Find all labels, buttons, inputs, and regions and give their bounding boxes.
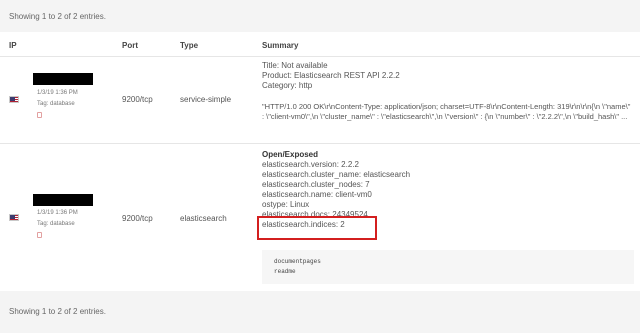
index-item: documentpages (274, 258, 321, 265)
table-header: IP Port Type Summary (0, 32, 640, 57)
results-page: Showing 1 to 2 of 2 entries. IP Port Typ… (0, 0, 640, 333)
raw-response: "HTTP/1.0 200 OK\r\nContent-Type: applic… (262, 102, 631, 121)
redacted-ip (33, 194, 93, 206)
entries-count-top: Showing 1 to 2 of 2 entries. (9, 12, 106, 21)
tag-icon[interactable] (37, 232, 42, 238)
summary-line: Product: Elasticsearch REST API 2.2.2 (262, 71, 400, 80)
redacted-ip (33, 73, 93, 85)
highlight-box (257, 216, 377, 240)
service-type: elasticsearch (180, 214, 227, 223)
summary-line: Title: Not available (262, 61, 328, 70)
column-header-ip[interactable]: IP (9, 41, 17, 50)
port: 9200/tcp (122, 95, 153, 104)
summary-heading: Open/Exposed (262, 150, 319, 159)
tag-label[interactable]: Tag: database (37, 101, 75, 107)
table-row: 1/3/19 1:36 PM Tag: database 9200/tcp se… (0, 57, 640, 144)
summary: Title: Not available Product: Elasticsea… (262, 61, 634, 91)
summary-line: elasticsearch.version: 2.2.2 (262, 160, 359, 169)
column-header-summary[interactable]: Summary (262, 41, 298, 50)
us-flag-icon (9, 96, 19, 103)
index-list: documentpages readme (262, 250, 634, 284)
us-flag-icon (9, 214, 19, 221)
summary-line: elasticsearch.cluster_nodes: 7 (262, 180, 370, 189)
entries-count-bottom: Showing 1 to 2 of 2 entries. (9, 307, 106, 316)
column-header-type[interactable]: Type (180, 41, 198, 50)
port: 9200/tcp (122, 214, 153, 223)
tag-icon[interactable] (37, 112, 42, 118)
index-item: readme (274, 268, 296, 275)
summary-line: elasticsearch.name: client-vm0 (262, 190, 372, 199)
tag-label[interactable]: Tag: database (37, 221, 75, 227)
table-row: 1/3/19 1:36 PM Tag: database 9200/tcp el… (0, 144, 640, 290)
scan-date: 1/3/19 1:36 PM (37, 210, 78, 216)
entries-info-bottom: Showing 1 to 2 of 2 entries. (0, 291, 640, 333)
summary-line: ostype: Linux (262, 200, 310, 209)
summary-line: elasticsearch.cluster_name: elasticsearc… (262, 170, 411, 179)
summary-line: Category: http (262, 81, 313, 90)
column-header-port[interactable]: Port (122, 41, 138, 50)
service-type: service-simple (180, 95, 232, 104)
scan-date: 1/3/19 1:36 PM (37, 90, 78, 96)
entries-info-top: Showing 1 to 2 of 2 entries. (0, 0, 640, 32)
